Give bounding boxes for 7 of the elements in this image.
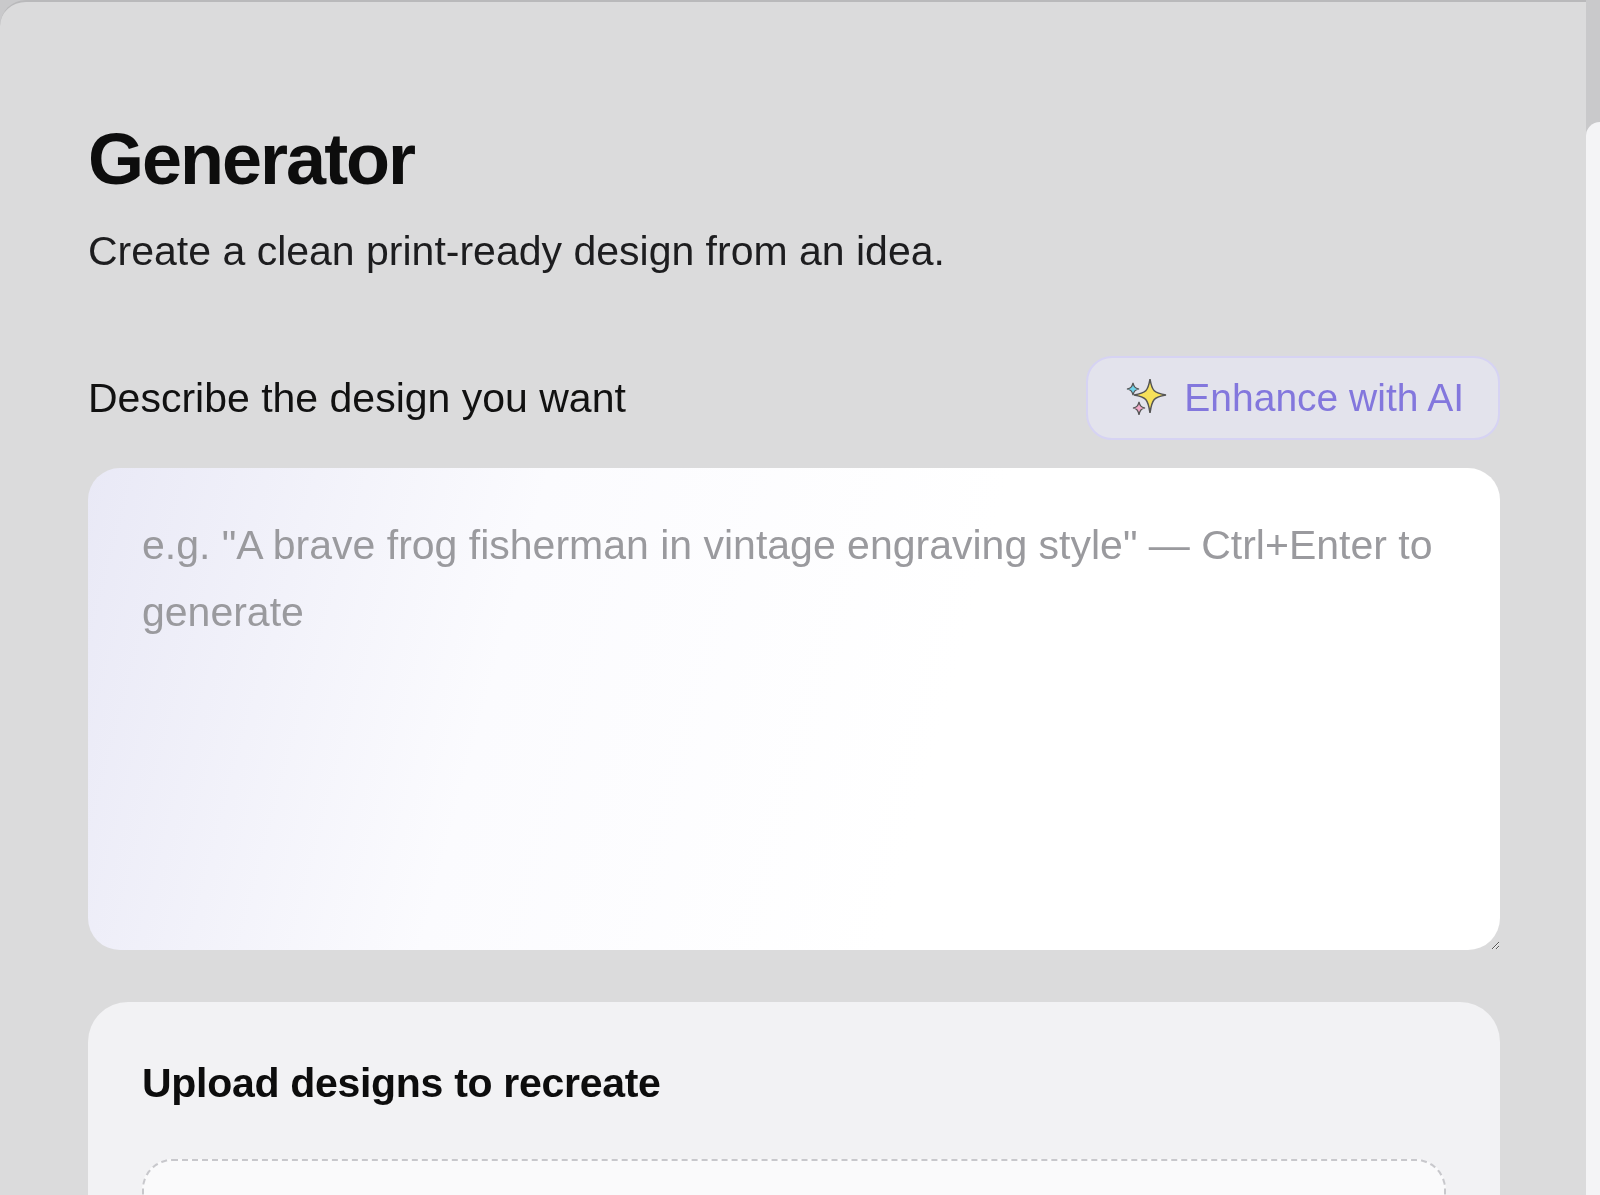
upload-title: Upload designs to recreate (142, 1060, 662, 1108)
page-title: Generator (88, 120, 416, 200)
field-label: Describe the design you want (88, 374, 626, 422)
page-subtitle: Create a clean print-ready design from an idea. (88, 227, 946, 277)
enhance-button[interactable]: Enhance with AI (1086, 356, 1500, 441)
prompt-field[interactable]: e.g. "A brave frog fisherman in vintage engraving style" — Ctrl+Enter to generate (88, 468, 1500, 951)
drop-zone[interactable] (142, 1159, 1446, 1195)
